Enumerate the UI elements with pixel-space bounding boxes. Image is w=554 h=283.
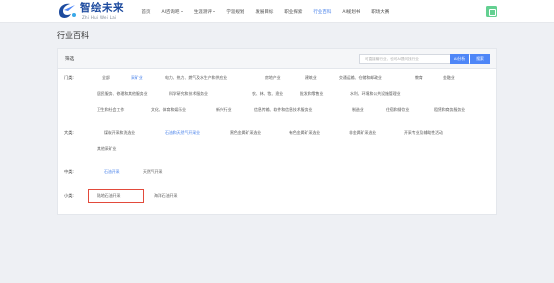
nav-ai-plan-book-label: AI规划书 [342, 9, 361, 15]
page-title: 行业百科 [57, 31, 89, 40]
category-tag[interactable]: 租赁和商务服务业 [434, 107, 465, 112]
major-class-tag[interactable]: 其他采矿业 [97, 146, 116, 151]
sub-class-tag[interactable]: 陆地石油开采 [97, 193, 120, 198]
major-class-tag[interactable]: 开采专业及辅助性活动 [404, 130, 443, 135]
sub-class-tag[interactable]: 海洋石油开采 [154, 193, 177, 198]
nav-home-label: 首页 [141, 9, 151, 15]
nav-career-explore-label: 职业探索 [284, 9, 303, 15]
major-class-row-label: 大类: [64, 130, 74, 135]
nav-career-assessment-label: 生涯测评 [193, 9, 212, 15]
category-tag[interactable]: 新兴行业 [216, 107, 232, 112]
category-tag[interactable]: 水利、环境和公共设施管理业 [350, 91, 401, 96]
filter-label: 筛选 [65, 57, 75, 62]
nav-industry-wiki[interactable]: 行业百科 [308, 0, 337, 23]
ai-analyze-button[interactable]: AI分析 [450, 54, 469, 64]
category-tag[interactable]: 教育 [415, 75, 423, 80]
category-row-label: 门类: [64, 75, 74, 80]
nav-competition-label: 职场大赛 [371, 9, 390, 15]
category-tag[interactable]: 制造业 [352, 107, 364, 112]
main-nav: 首页 AI咨询吧 生涯测评 学涯规划 发展目标 职业探索 行业百科 AI规划书 … [136, 0, 395, 23]
chevron-down-icon [213, 11, 216, 12]
nav-home[interactable]: 首页 [136, 0, 156, 23]
nav-ai-consult[interactable]: AI咨询吧 [156, 0, 188, 23]
category-tag[interactable]: 科学研究和技术服务业 [169, 91, 208, 96]
filter-panel: 筛选 AI分析 搜索 门类: 全部 采矿业 电力、热力、燃气及水生产和供应业 房… [57, 48, 497, 215]
logo[interactable]: 智绘未来 Zhi Hui Wei Lai [56, 1, 136, 22]
major-class-tag[interactable]: 黑色金属矿采选业 [230, 130, 261, 135]
logo-subtitle: Zhi Hui Wei Lai [82, 15, 117, 20]
nav-career-assessment[interactable]: 生涯测评 [188, 0, 221, 23]
category-tag[interactable]: 房地产业 [265, 75, 281, 80]
logo-title: 智绘未来 [80, 2, 124, 14]
category-tag[interactable]: 电力、热力、燃气及水生产和供应业 [165, 75, 227, 80]
major-class-tag[interactable]: 有色金属矿采选业 [289, 130, 320, 135]
nav-study-plan-label: 学涯规划 [226, 9, 245, 15]
nav-study-plan[interactable]: 学涯规划 [221, 0, 250, 23]
category-tag[interactable]: 全部 [102, 75, 110, 80]
nav-goals[interactable]: 发展目标 [250, 0, 279, 23]
filter-header: 筛选 AI分析 搜索 [58, 49, 496, 69]
major-class-tag[interactable]: 煤炭开采和洗选业 [104, 130, 135, 135]
category-tag[interactable]: 金融业 [443, 75, 455, 80]
category-tag[interactable]: 居民服务、修理和其他服务业 [97, 91, 148, 96]
category-tag[interactable]: 信息传输、软件和信息技术服务业 [254, 107, 312, 112]
category-tag[interactable]: 建筑业 [305, 75, 317, 80]
logo-mark-icon [59, 3, 76, 18]
sub-class-row-label: 小类: [64, 193, 74, 198]
category-tag[interactable]: 卫生和社会工作 [97, 107, 124, 112]
middle-class-tag-active[interactable]: 石油开采 [104, 169, 120, 174]
category-tag[interactable]: 农、林、牧、渔业 [252, 91, 283, 96]
top-header: 智绘未来 Zhi Hui Wei Lai 首页 AI咨询吧 生涯测评 学涯规划 … [0, 0, 554, 23]
major-class-tag[interactable]: 非金属矿采选业 [349, 130, 376, 135]
middle-class-row-label: 中类: [64, 169, 74, 174]
user-avatar[interactable] [486, 6, 497, 17]
nav-goals-label: 发展目标 [255, 9, 274, 15]
chevron-down-icon [180, 11, 183, 12]
category-tag-active[interactable]: 采矿业 [131, 75, 143, 80]
major-class-tag-active[interactable]: 石油和天然气开采业 [165, 130, 200, 135]
category-tag[interactable]: 文化、体育和娱乐业 [151, 107, 186, 112]
nav-industry-wiki-label: 行业百科 [313, 9, 332, 15]
nav-ai-plan-book[interactable]: AI规划书 [337, 0, 366, 23]
category-tag[interactable]: 交通运输、仓储和邮政业 [339, 75, 382, 80]
nav-ai-consult-label: AI咨询吧 [161, 9, 180, 15]
middle-class-tag[interactable]: 天然气开采 [143, 169, 162, 174]
nav-career-explore[interactable]: 职业探索 [279, 0, 308, 23]
category-tag[interactable]: 批发和零售业 [300, 91, 323, 96]
category-tag[interactable]: 住宿和餐饮业 [386, 107, 409, 112]
search-button[interactable]: 搜索 [470, 54, 490, 64]
nav-competition[interactable]: 职场大赛 [366, 0, 395, 23]
